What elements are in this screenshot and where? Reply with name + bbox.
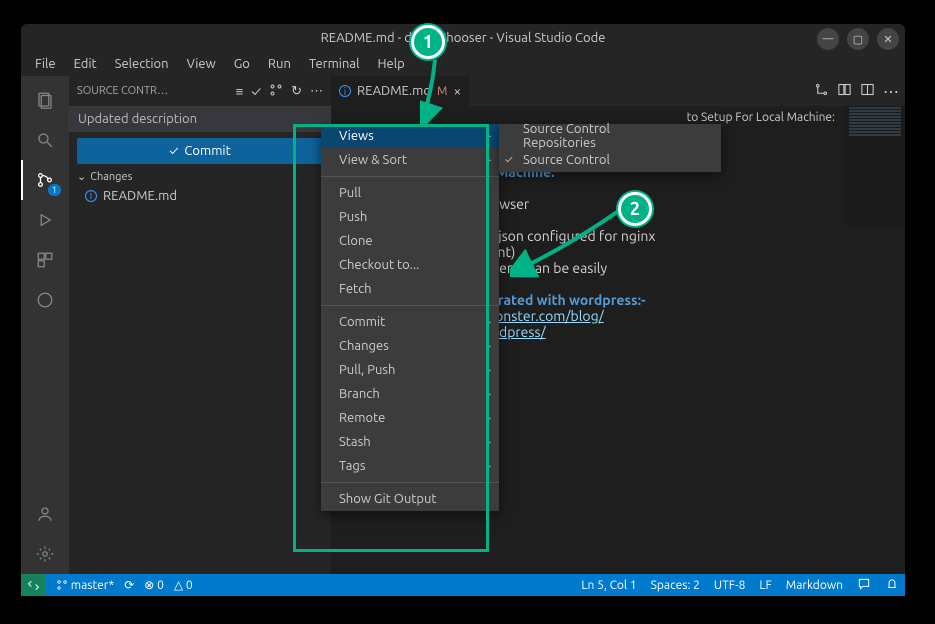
menu-selection[interactable]: Selection [107, 55, 177, 73]
menu-item-show-git-output[interactable]: Show Git Output [321, 487, 499, 511]
menu-item-tags[interactable]: Tags [321, 454, 499, 478]
menu-separator [321, 482, 499, 483]
commit-check-icon[interactable]: ✓ [251, 83, 261, 99]
changes-label: Changes [90, 171, 132, 183]
changes-section[interactable]: ⌄Changes [69, 168, 331, 185]
split-editor-icon[interactable] [860, 82, 875, 101]
remote-indicator[interactable] [21, 574, 46, 596]
compare-icon[interactable] [814, 82, 829, 101]
split-right-icon[interactable] [837, 82, 852, 101]
submenu-item-source-control-repositories[interactable]: Source Control Repositories [499, 124, 721, 148]
commit-message-text: Updated description [78, 112, 197, 126]
titlebar: README.md - distroChooser - Visual Studi… [21, 24, 905, 52]
menu-item-commit[interactable]: Commit [321, 310, 499, 334]
menu-item-view-sort[interactable]: View & Sort [321, 148, 499, 172]
statusbar: master* ⟳ ⊗ 0 △ 0 Ln 5, Col 1 Spaces: 2 … [21, 574, 905, 596]
status-warnings[interactable]: △ 0 [174, 578, 193, 592]
tabbar: i README.md M × ⋯ [331, 76, 905, 106]
menu-item-remote[interactable]: Remote [321, 406, 499, 430]
menu-item-push[interactable]: Push [321, 205, 499, 229]
commit-button[interactable]: ✓Commit [77, 138, 323, 164]
more-editor-actions-icon[interactable]: ⋯ [883, 82, 899, 101]
menu-item-views[interactable]: Views [321, 124, 499, 148]
menu-item-pull-push[interactable]: Pull, Push [321, 358, 499, 382]
notifications-icon[interactable] [885, 577, 899, 594]
modified-indicator: M [437, 85, 447, 98]
menu-item-checkout-to[interactable]: Checkout to... [321, 253, 499, 277]
menu-separator [321, 305, 499, 306]
changed-file-item[interactable]: i README.md [69, 185, 331, 207]
scm-branch-icon[interactable] [269, 83, 283, 100]
menu-help[interactable]: Help [369, 55, 412, 73]
file-name-label: README.md [103, 189, 177, 203]
scm-badge: 1 [48, 184, 61, 196]
status-encoding[interactable]: UTF-8 [714, 579, 745, 592]
tab-readme[interactable]: i README.md M × [331, 76, 469, 106]
source-control-sidebar: SOURCE CONTR… ≡ ✓ ↻ ⋯ Updated descriptio… [69, 76, 331, 574]
menubar: FileEditSelectionViewGoRunTerminalHelp [21, 52, 905, 76]
status-sync[interactable]: ⟳ [124, 578, 134, 592]
extensions-icon[interactable] [21, 240, 69, 280]
menu-edit[interactable]: Edit [66, 55, 105, 73]
submenu-item-source-control[interactable]: Source Control [499, 148, 721, 172]
more-actions-icon[interactable]: ⋯ [310, 84, 323, 99]
minimize-button[interactable]: — [817, 28, 839, 50]
commit-button-label: Commit [184, 144, 230, 158]
status-position[interactable]: Ln 5, Col 1 [581, 579, 636, 592]
annotation-badge-1: 1 [411, 25, 445, 59]
view-tree-icon[interactable]: ≡ [236, 84, 244, 99]
breadcrumb-text: to Setup For Local Machine: [687, 111, 835, 124]
menu-file[interactable]: File [27, 55, 64, 73]
settings-gear-icon[interactable] [21, 534, 69, 574]
refresh-icon[interactable]: ↻ [291, 84, 302, 99]
menu-item-changes[interactable]: Changes [321, 334, 499, 358]
activity-bar: 1 [21, 76, 69, 574]
menu-go[interactable]: Go [226, 55, 258, 73]
menu-item-stash[interactable]: Stash [321, 430, 499, 454]
tab-label: README.md [357, 84, 431, 98]
menu-item-branch[interactable]: Branch [321, 382, 499, 406]
window-title: README.md - distroChooser - Visual Studi… [321, 31, 606, 45]
menu-view[interactable]: View [179, 55, 224, 73]
status-errors[interactable]: ⊗ 0 [144, 578, 164, 592]
maximize-button[interactable]: ▢ [847, 28, 869, 50]
menu-item-clone[interactable]: Clone [321, 229, 499, 253]
accounts-icon[interactable] [21, 494, 69, 534]
minimap[interactable] [845, 106, 905, 226]
menu-item-pull[interactable]: Pull [321, 181, 499, 205]
close-icon[interactable]: × [453, 83, 461, 99]
source-control-icon[interactable]: 1 [21, 160, 69, 200]
feedback-icon[interactable] [857, 577, 871, 594]
search-icon[interactable] [21, 120, 69, 160]
views-submenu: Source Control RepositoriesSource Contro… [499, 124, 721, 172]
status-eol[interactable]: LF [759, 579, 771, 592]
explorer-icon[interactable] [21, 80, 69, 120]
menu-terminal[interactable]: Terminal [301, 55, 368, 73]
source-control-context-menu: ViewsView & Sort PullPushCloneCheckout to… [321, 124, 499, 511]
annotation-badge-2: 2 [618, 192, 652, 226]
menu-run[interactable]: Run [260, 55, 299, 73]
close-button[interactable]: ✕ [877, 28, 899, 50]
sidebar-header: SOURCE CONTR… ≡ ✓ ↻ ⋯ [69, 76, 331, 106]
status-language[interactable]: Markdown [786, 579, 843, 592]
info-icon: i [85, 190, 97, 202]
status-branch[interactable]: master* [56, 579, 114, 592]
commit-message-input[interactable]: Updated description [69, 106, 331, 132]
sidebar-title: SOURCE CONTR… [77, 85, 230, 97]
status-spaces[interactable]: Spaces: 2 [651, 579, 700, 592]
info-icon: i [339, 85, 351, 97]
github-icon[interactable] [21, 280, 69, 320]
menu-separator [321, 176, 499, 177]
menu-item-fetch[interactable]: Fetch [321, 277, 499, 301]
run-debug-icon[interactable] [21, 200, 69, 240]
